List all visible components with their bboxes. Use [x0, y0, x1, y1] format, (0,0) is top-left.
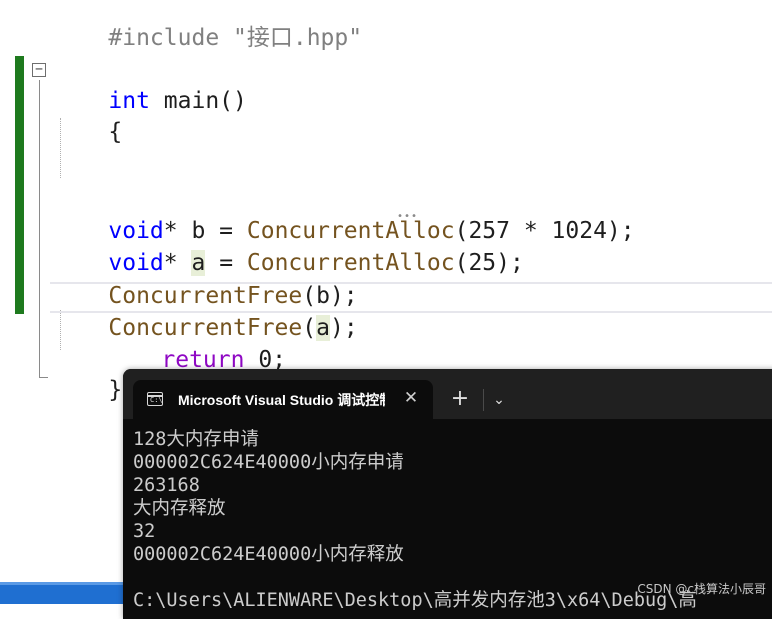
console-tab[interactable]: C:\ Microsoft Visual Studio 调试控制台 ✕ [133, 380, 433, 419]
code-line-main[interactable]: int main() [53, 56, 246, 114]
console-titlebar[interactable]: C:\ Microsoft Visual Studio 调试控制台 ✕ + ⌄ [123, 369, 772, 419]
fold-guide-line [39, 80, 40, 378]
new-tab-button[interactable]: + [446, 386, 474, 414]
background-window-strip [0, 582, 123, 604]
titlebar-divider [483, 389, 484, 411]
watermark: CSDN @c栈算法小辰哥 [637, 582, 766, 596]
code-line-alloc-a[interactable]: void* a = ConcurrentAlloc(25); [53, 218, 524, 276]
chevron-down-icon[interactable]: ⌄ [487, 386, 511, 414]
change-tracking-bar [15, 56, 24, 314]
console-output-line: 000002C624E40000小内存释放 [133, 544, 404, 565]
code-line-alloc-b[interactable]: void* b = ConcurrentAlloc(257 * 1024); [53, 186, 634, 244]
collapse-toggle-icon[interactable]: − [32, 63, 46, 77]
code-line-free-a[interactable]: ConcurrentFree(a); [53, 283, 358, 341]
console-output-line: 32 [133, 521, 156, 542]
console-tab-title: Microsoft Visual Studio 调试控制台 [178, 392, 385, 408]
code-line-free-b[interactable]: ConcurrentFree(b); [53, 251, 357, 309]
console-output-line: 128大内存申请 [133, 429, 259, 450]
close-tab-icon[interactable]: ✕ [399, 386, 423, 410]
console-output-line: 263168 [133, 475, 200, 496]
code-line-return[interactable]: return 0; [106, 315, 286, 373]
code-line-close-brace[interactable]: } [53, 345, 122, 403]
console-output-line: 000002C624E40000小内存申请 [133, 452, 404, 473]
include-line: #include "接口.hpp" [108, 25, 363, 51]
fold-guide-end [39, 377, 48, 378]
console-app-icon: C:\ [147, 392, 163, 406]
background-window-strip-edge [0, 582, 123, 585]
console-output-line: 大内存释放 [133, 498, 226, 519]
code-line-open-brace[interactable]: { [53, 87, 122, 145]
